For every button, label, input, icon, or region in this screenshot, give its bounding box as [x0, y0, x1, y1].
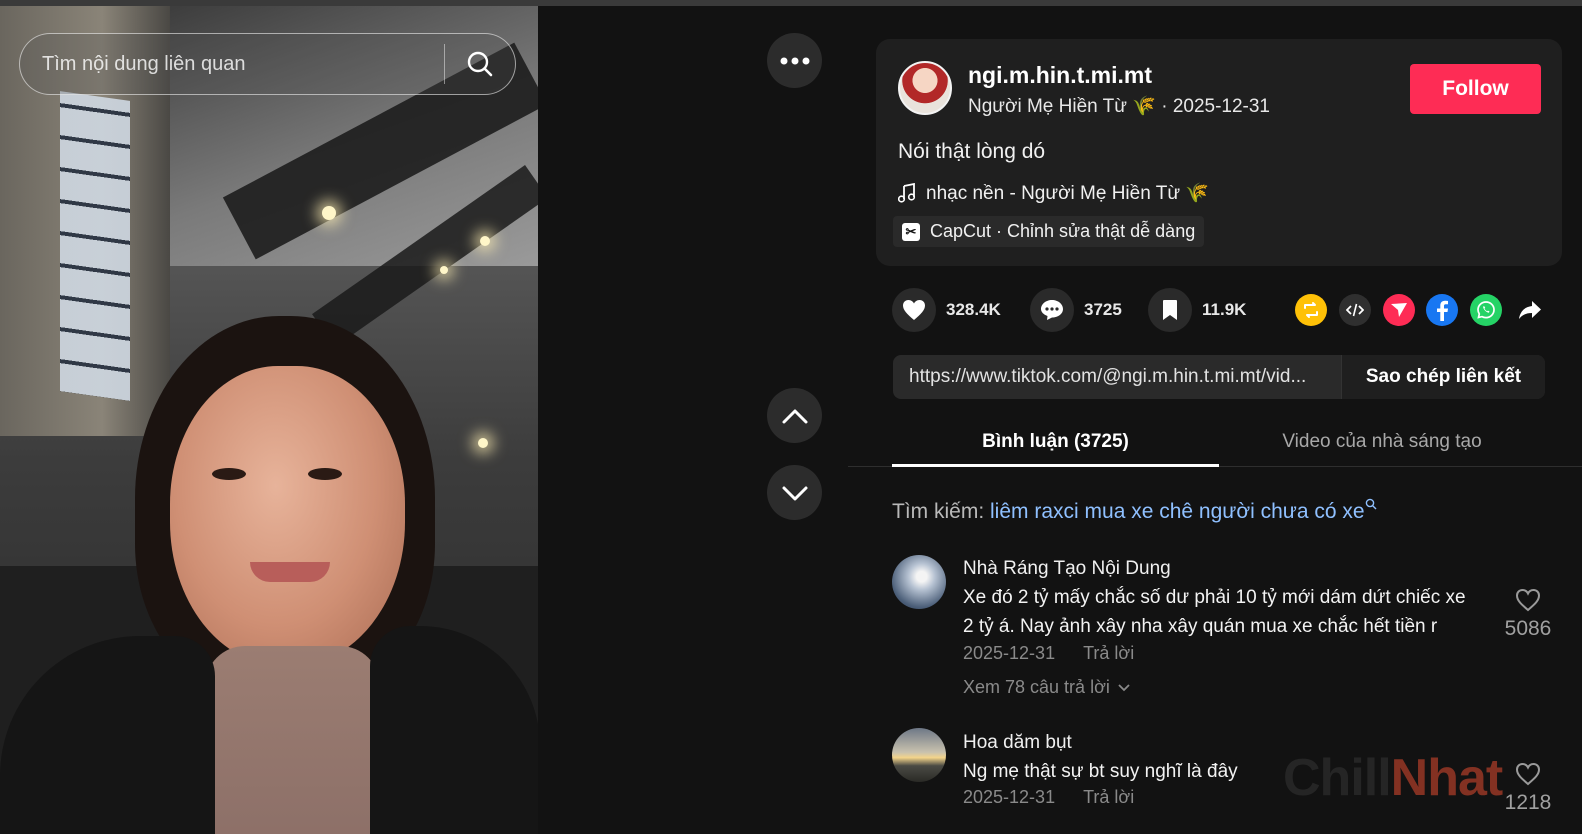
save-count: 11.9K	[1202, 300, 1247, 319]
comment-meta: 2025-12-31 Trả lời	[963, 643, 1134, 664]
watermark-text: Nhat	[1390, 749, 1504, 807]
previous-video-button[interactable]	[767, 388, 822, 443]
related-search-keyword[interactable]: liêm raxci mua xe chê người chưa có xe	[990, 500, 1365, 523]
video-frame-window	[60, 91, 130, 401]
video-frame-light	[478, 438, 488, 448]
author-display-name[interactable]: Người Mẹ Hiền Từ 🌾	[968, 96, 1156, 117]
facebook-icon	[1437, 300, 1448, 321]
comment-date: 2025-12-31	[963, 787, 1056, 807]
search-button[interactable]	[445, 34, 515, 94]
chevron-up-icon	[782, 409, 807, 423]
send-to-friends-button[interactable]	[1383, 294, 1415, 326]
author-subline: Người Mẹ Hiền Từ 🌾 · 2025-12-31	[968, 94, 1270, 118]
comment-like-count: 5086	[1504, 617, 1552, 640]
video-url[interactable]: https://www.tiktok.com/@ngi.m.hin.t.mi.m…	[909, 355, 1337, 399]
author-username[interactable]: ngi.m.hin.t.mi.mt	[968, 62, 1152, 89]
video-frame-eye	[308, 468, 342, 480]
comment-action[interactable]: 3725	[1030, 288, 1122, 332]
video-frame-light	[440, 266, 448, 274]
video-frame-top	[205, 646, 380, 834]
comment-text-line: 2 tỷ á. Nay ảnh xây nha xây quán mua xe …	[963, 616, 1438, 637]
music-note-icon	[898, 183, 916, 203]
search-icon	[1365, 498, 1377, 510]
heart-outline-icon	[1515, 762, 1541, 786]
video-frame-light	[480, 236, 490, 246]
embed-button[interactable]	[1339, 294, 1371, 326]
repost-button[interactable]	[1295, 294, 1327, 326]
chevron-down-icon	[782, 486, 807, 500]
comment-count: 3725	[1084, 300, 1122, 319]
repost-icon	[1304, 302, 1318, 318]
capcut-label: CapCut · Chỉnh sửa thật dễ dàng	[930, 221, 1196, 241]
active-tab-indicator	[892, 464, 1219, 467]
related-search-prefix: Tìm kiếm:	[892, 500, 985, 523]
more-options-button[interactable]	[767, 33, 822, 88]
tab-creator-videos[interactable]: Video của nhà sáng tạo	[1219, 418, 1545, 466]
watermark-text: Chill	[1283, 749, 1392, 807]
post-caption: Nói thật lòng dó	[898, 140, 1046, 163]
next-video-button[interactable]	[767, 465, 822, 520]
comment-meta: 2025-12-31 Trả lời	[963, 787, 1134, 808]
comment-bubble-icon	[1041, 300, 1063, 320]
bookmark-icon	[1163, 300, 1177, 320]
like-button[interactable]	[892, 288, 936, 332]
like-action[interactable]: 328.4K	[892, 288, 1001, 332]
ellipsis-icon	[780, 57, 809, 64]
comment-text-line: Xe đó 2 tỷ mấy chắc số dư phải 10 tỷ mới…	[963, 587, 1466, 608]
heart-icon	[903, 300, 925, 320]
view-replies-label: Xem 78 câu trả lời	[963, 677, 1110, 697]
comment-button[interactable]	[1030, 288, 1074, 332]
related-search-suggestion[interactable]: Tìm kiếm: liêm raxci mua xe chê người ch…	[892, 498, 1377, 524]
video-frame-mouth	[250, 562, 330, 582]
comment-like-button[interactable]: 1218	[1498, 762, 1558, 815]
whatsapp-icon	[1477, 301, 1495, 319]
separator-dot: ·	[1161, 96, 1173, 117]
like-count: 328.4K	[946, 300, 1001, 319]
comment-text: Xe đó 2 tỷ mấy chắc số dư phải 10 tỷ mới…	[963, 583, 1491, 641]
related-search-input[interactable]	[20, 34, 444, 94]
post-date: 2025-12-31	[1172, 96, 1271, 117]
reply-button[interactable]: Trả lời	[1083, 643, 1134, 664]
video-link-box: https://www.tiktok.com/@ngi.m.hin.t.mi.m…	[893, 355, 1545, 399]
comment-date: 2025-12-31	[963, 643, 1056, 663]
comment-avatar[interactable]	[892, 728, 946, 782]
embed-icon	[1346, 303, 1364, 317]
video-frame-light	[322, 206, 336, 220]
capcut-icon: ✂	[902, 222, 920, 241]
heart-outline-icon	[1515, 588, 1541, 612]
share-arrow-icon	[1519, 301, 1541, 319]
comment-author-name[interactable]: Nhà Ráng Tạo Nội Dung	[963, 558, 1171, 580]
save-action[interactable]: 11.9K	[1148, 288, 1246, 332]
music-title: nhạc nền - Người Mẹ Hiền Từ 🌾	[926, 183, 1209, 204]
reply-button[interactable]: Trả lời	[1083, 787, 1134, 808]
send-icon	[1391, 303, 1407, 317]
more-share-button[interactable]	[1514, 294, 1546, 326]
view-replies-button[interactable]: Xem 78 câu trả lời	[963, 677, 1130, 698]
video-player[interactable]	[0, 6, 538, 834]
watermark-logo: ChillNhat	[1283, 748, 1504, 808]
comment-like-count: 1218	[1504, 791, 1552, 814]
video-frame-face	[170, 366, 405, 666]
facebook-share-button[interactable]	[1426, 294, 1458, 326]
save-button[interactable]	[1148, 288, 1192, 332]
author-avatar[interactable]	[898, 61, 952, 115]
comment-author-name[interactable]: Hoa dăm bụt	[963, 732, 1072, 754]
comment-avatar[interactable]	[892, 555, 946, 609]
video-frame-eye	[212, 468, 246, 480]
music-link[interactable]: nhạc nền - Người Mẹ Hiền Từ 🌾	[898, 181, 1209, 205]
copy-link-button[interactable]: Sao chép liên kết	[1341, 355, 1545, 399]
comment-like-button[interactable]: 5086	[1498, 588, 1558, 641]
capcut-badge[interactable]: ✂ CapCut · Chỉnh sửa thật dễ dàng	[893, 216, 1205, 247]
search-icon	[467, 51, 493, 77]
related-search-bar	[19, 33, 516, 95]
chevron-down-icon	[1118, 683, 1130, 691]
whatsapp-share-button[interactable]	[1470, 294, 1502, 326]
follow-button[interactable]: Follow	[1410, 64, 1541, 114]
tab-comments[interactable]: Bình luận (3725)	[892, 418, 1219, 466]
